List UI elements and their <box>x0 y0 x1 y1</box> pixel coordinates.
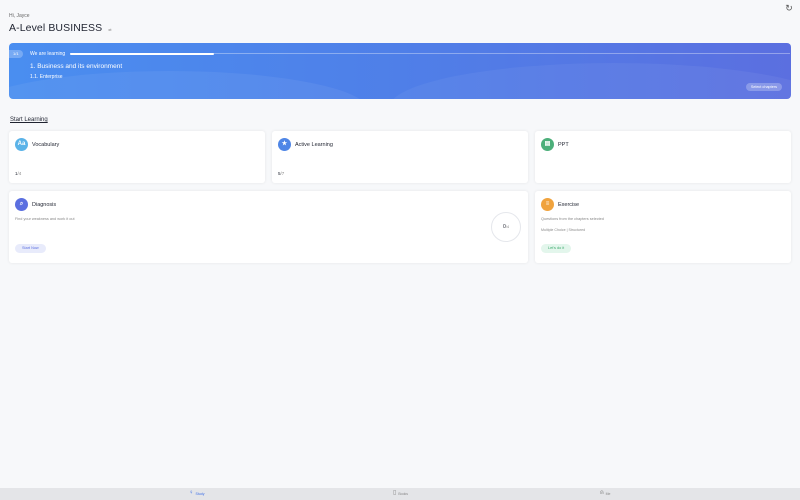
tab-study[interactable]: ♀ Study <box>189 490 204 497</box>
course-title[interactable]: A-Level BUSINESS ⇄ <box>9 22 112 34</box>
banner-wave-decoration <box>389 63 791 99</box>
vocabulary-card[interactable]: Aa Vocabulary 1/4 <box>9 131 265 183</box>
lets-do-it-button[interactable]: Let's do it <box>541 244 572 253</box>
select-chapters-button[interactable]: Select chapters <box>745 83 782 91</box>
learning-label: We are learning <box>30 51 66 57</box>
active-learning-card[interactable]: ★ Active Learning 5/7 <box>272 131 528 183</box>
ppt-title: PPT <box>558 142 569 148</box>
active-learning-title: Active Learning <box>295 142 333 148</box>
learning-progress-fill <box>70 52 214 55</box>
tab-books[interactable]: ▯ Books <box>393 490 408 497</box>
current-section: 1.1. Enterprise <box>30 74 63 80</box>
search-icon: ⌕ <box>15 198 28 211</box>
vocabulary-total: /4 <box>17 171 22 176</box>
user-icon: ⍝ <box>600 490 604 496</box>
active-learning-total: /7 <box>280 171 285 176</box>
vocabulary-icon: Aa <box>15 138 28 151</box>
diagnosis-description: Find your weakness and work it out <box>15 217 75 221</box>
learning-progress-track <box>70 52 790 55</box>
ppt-card[interactable]: ▤ PPT <box>535 131 791 183</box>
learning-banner: 1/1 We are learning 1. Business and its … <box>9 43 791 99</box>
tab-me-label: Me <box>605 491 611 496</box>
document-icon: ▤ <box>541 138 554 151</box>
diagnosis-card[interactable]: ⌕ Diagnosis Find your weakness and work … <box>9 191 528 263</box>
bulb-icon: ♀ <box>189 490 194 496</box>
chapter-counter: 1/1 <box>9 50 23 58</box>
star-icon: ★ <box>278 138 291 151</box>
banner-wave-decoration <box>9 71 369 99</box>
diagnosis-total: /4 <box>505 224 510 229</box>
diagnosis-progress-ring: 0/4 <box>491 212 521 242</box>
vocabulary-progress: 1/4 <box>15 171 21 176</box>
active-learning-progress: 5/7 <box>278 171 284 176</box>
stack-icon: ≡ <box>541 198 554 211</box>
exercise-card[interactable]: ≡ Exercise Questions from the chapters s… <box>535 191 791 263</box>
start-now-button[interactable]: Start Now <box>15 244 46 253</box>
exercise-question-types: Multiple Choice | Structured <box>541 228 586 232</box>
course-title-text: A-Level BUSINESS <box>9 22 103 34</box>
exercise-title: Exercise <box>558 202 580 208</box>
vocabulary-title: Vocabulary <box>32 142 60 148</box>
start-learning-heading[interactable]: Start Learning <box>10 117 48 123</box>
swap-icon[interactable]: ⇄ <box>108 27 111 32</box>
bottom-tab-bar: ♀ Study ▯ Books ⍝ Me <box>0 488 800 500</box>
exercise-description: Questions from the chapters selected <box>541 217 604 221</box>
current-chapter: 1. Business and its environment <box>30 63 123 70</box>
diagnosis-title: Diagnosis <box>32 202 57 208</box>
tab-books-label: Books <box>398 491 409 496</box>
refresh-icon[interactable]: ↻ <box>784 3 794 13</box>
tab-study-label: Study <box>195 491 205 496</box>
greeting: Hi, Jayce <box>9 13 30 19</box>
tab-me[interactable]: ⍝ Me <box>600 490 610 497</box>
book-icon: ▯ <box>393 490 397 496</box>
